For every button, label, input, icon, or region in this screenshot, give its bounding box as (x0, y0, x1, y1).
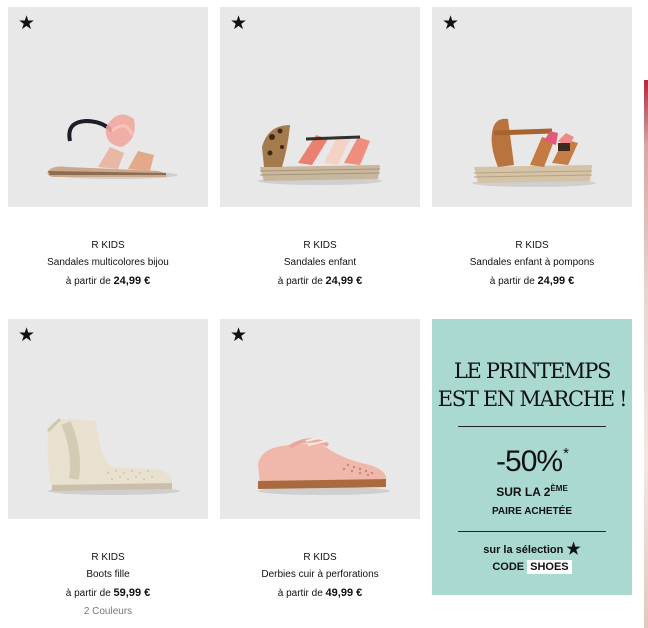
price-line: à partir de 49,99 € (220, 585, 420, 602)
product-image[interactable]: ★ (220, 7, 420, 207)
product-image[interactable]: ★ (8, 7, 208, 207)
product-price: 24,99 € (325, 275, 363, 287)
product-price: 59,99 € (113, 587, 151, 599)
favorite-star-icon[interactable]: ★ (18, 14, 35, 34)
price-prefix: à partir de (65, 588, 111, 599)
product-brand: R KIDS (515, 240, 549, 251)
price-line: à partir de 59,99 € (8, 585, 208, 602)
promo-title: LE PRINTEMPS EST EN MARCHE ! (432, 319, 632, 413)
star-icon: ★ (566, 541, 581, 558)
product-price: 24,99 € (537, 275, 575, 287)
promo-divider (458, 531, 606, 532)
product-brand: R KIDS (91, 552, 125, 563)
product-card[interactable]: ★ R KIDS Sandales multicolores bijou à p… (8, 7, 208, 290)
price-line: à partir de 24,99 € (432, 273, 632, 290)
sandal-image (472, 118, 596, 187)
color-count[interactable]: 2 Couleurs (8, 603, 208, 620)
favorite-star-icon[interactable]: ★ (442, 14, 459, 34)
sandal-image (47, 114, 178, 179)
product-image[interactable]: ★ (432, 7, 632, 207)
product-card[interactable]: ★ R KIDS Sandales enfant à partir de 24,… (220, 7, 420, 290)
product-name[interactable]: Sandales multicolores bijou (8, 254, 208, 271)
product-image[interactable]: ★ (220, 319, 420, 519)
favorite-star-icon[interactable]: ★ (230, 326, 247, 346)
price-line: à partir de 24,99 € (220, 273, 420, 290)
promo-banner[interactable]: LE PRINTEMPS EST EN MARCHE ! -50%* SUR L… (432, 319, 632, 595)
product-brand: R KIDS (91, 240, 125, 251)
product-name[interactable]: Sandales enfant (220, 254, 420, 271)
product-card[interactable]: ★ R KIDS Sandales enfant à pompons à par… (432, 7, 632, 290)
product-name[interactable]: Boots fille (8, 566, 208, 583)
promo-title-line2: EST EN MARCHE ! (437, 387, 628, 411)
product-card[interactable]: ★ R KIDS Boots fille à partir de 59,99 €… (8, 319, 208, 620)
promo-selection-text: sur la sélection (483, 544, 564, 556)
promo-discount-value: -50% (496, 445, 563, 478)
promo-code-label: CODE (492, 561, 525, 573)
product-card[interactable]: ★ R KIDS Derbies cuir à perforations à p… (220, 319, 420, 602)
price-prefix: à partir de (65, 276, 111, 287)
favorite-star-icon[interactable]: ★ (230, 14, 247, 34)
price-prefix: à partir de (277, 276, 323, 287)
product-name[interactable]: Sandales enfant à pompons (432, 254, 632, 271)
side-banner-edge[interactable] (644, 80, 648, 628)
boot-image (46, 417, 180, 495)
product-price: 24,99 € (113, 275, 151, 287)
price-prefix: à partir de (277, 588, 323, 599)
price-prefix: à partir de (489, 276, 535, 287)
promo-discount-mark: * (563, 445, 569, 462)
promo-selection: sur la sélection ★ (432, 542, 632, 558)
promo-code: CODE SHOES (432, 559, 632, 575)
promo-line2-text: SUR LA 2 (496, 485, 551, 499)
price-line: à partir de 24,99 € (8, 273, 208, 290)
favorite-star-icon[interactable]: ★ (18, 326, 35, 346)
promo-discount: -50%* (432, 437, 632, 479)
product-brand: R KIDS (303, 552, 337, 563)
sandal-image (258, 125, 382, 185)
product-brand: R KIDS (303, 240, 337, 251)
promo-divider (458, 426, 606, 427)
promo-title-line1: LE PRINTEMPS (453, 359, 612, 383)
derby-shoe-image (258, 436, 390, 495)
promo-second-item: SUR LA 2ÈME (432, 481, 632, 500)
promo-purchase-text: PAIRE ACHETÉE (491, 506, 572, 517)
product-image[interactable]: ★ (8, 319, 208, 519)
product-price: 49,99 € (325, 587, 363, 599)
promo-code-value[interactable]: SHOES (527, 560, 572, 574)
product-name[interactable]: Derbies cuir à perforations (220, 566, 420, 583)
promo-line2-sup: ÈME (550, 484, 568, 493)
